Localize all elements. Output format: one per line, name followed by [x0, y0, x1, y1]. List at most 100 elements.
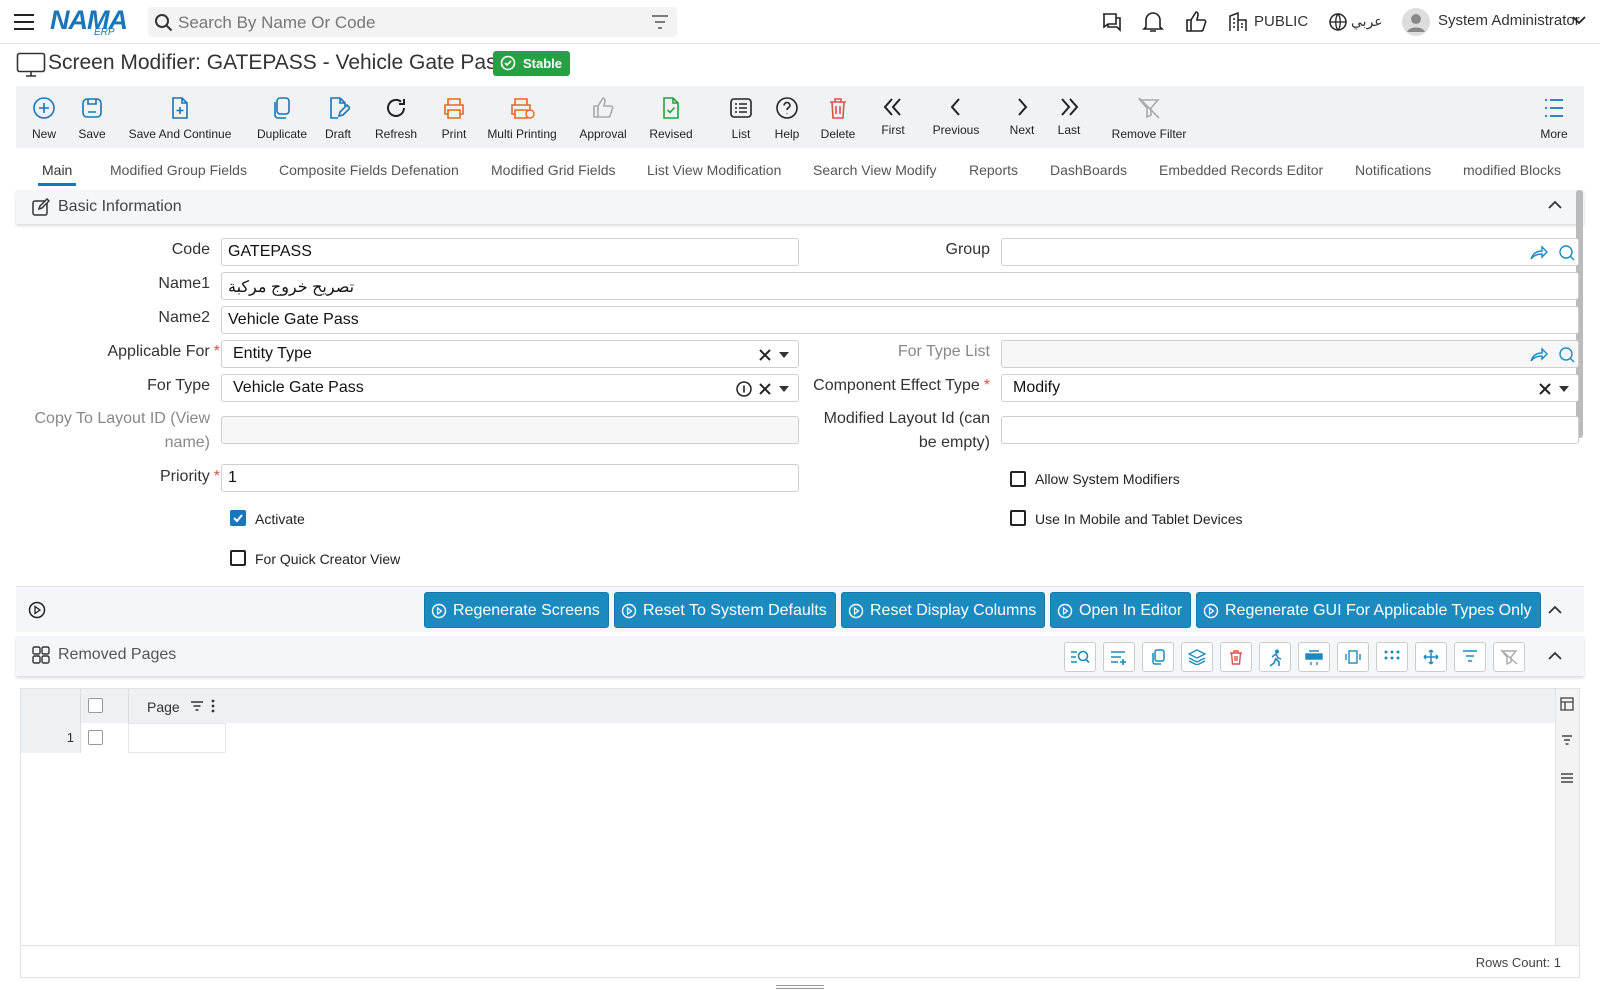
approval-button[interactable]: Approval [578, 86, 628, 148]
revised-button[interactable]: Revised [646, 86, 696, 148]
play-circle-icon[interactable] [28, 601, 46, 619]
name2-field[interactable]: Vehicle Gate Pass [221, 306, 1579, 334]
grid-search-button[interactable] [1064, 642, 1096, 672]
tab-modified-group-fields[interactable]: Modified Group Fields [110, 162, 247, 178]
grid-layers-button[interactable] [1181, 642, 1213, 672]
tab-main[interactable]: Main [42, 162, 72, 178]
regenerate-screens-button[interactable]: Regenerate Screens [424, 592, 609, 628]
select-all-checkbox[interactable] [88, 698, 103, 713]
multi-printing-button[interactable]: Multi Printing [486, 86, 558, 148]
tab-modified-blocks[interactable]: modified Blocks [1463, 162, 1561, 178]
menu-lines-icon[interactable] [1561, 773, 1573, 783]
more-button[interactable]: More [1538, 86, 1570, 148]
grid-insert-button[interactable] [1298, 642, 1330, 672]
save-and-continue-button[interactable]: Save And Continue [128, 86, 232, 148]
remove-filter-button[interactable]: Remove Filter [1094, 86, 1204, 148]
open-link-icon[interactable] [1530, 245, 1548, 261]
delete-button[interactable]: Delete [820, 86, 856, 148]
previous-button[interactable]: Previous [928, 86, 984, 148]
grid-add-row-button[interactable] [1103, 642, 1135, 672]
grid-delete-button[interactable] [1220, 642, 1252, 672]
language-switch[interactable]: عربي [1351, 13, 1383, 30]
component-effect-type-select[interactable]: Modify [1001, 374, 1579, 402]
regenerate-gui-button[interactable]: Regenerate GUI For Applicable Types Only [1196, 592, 1541, 628]
refresh-button[interactable]: Refresh [371, 86, 421, 148]
for-type-select[interactable]: Vehicle Gate Pass [221, 374, 799, 402]
resize-handle[interactable] [776, 985, 824, 989]
tab-notifications[interactable]: Notifications [1355, 162, 1431, 178]
info-icon[interactable] [736, 381, 752, 397]
reset-display-columns-button[interactable]: Reset Display Columns [841, 592, 1046, 628]
dropdown-caret-icon[interactable] [1558, 385, 1570, 393]
columns-icon[interactable] [1560, 697, 1574, 711]
new-button[interactable]: New [26, 86, 62, 148]
code-field[interactable]: GATEPASS [221, 238, 799, 266]
quick-creator-checkbox[interactable] [230, 550, 246, 566]
tab-dashboards[interactable]: DashBoards [1050, 162, 1127, 178]
last-button[interactable]: Last [1052, 86, 1086, 148]
help-button[interactable]: Help [772, 86, 802, 148]
draft-button[interactable]: Draft [320, 86, 356, 148]
name1-field[interactable]: تصريح خروج مركبة [221, 272, 1579, 300]
duplicate-button[interactable]: Duplicate [254, 86, 310, 148]
grid-move-button[interactable] [1415, 642, 1447, 672]
column-menu-icon[interactable] [211, 699, 215, 713]
priority-field[interactable]: 1 [221, 464, 799, 492]
chevron-up-icon[interactable] [1548, 651, 1562, 661]
lookup-search-icon[interactable] [1558, 245, 1576, 261]
tab-search-view-modify[interactable]: Search View Modify [813, 162, 936, 178]
tab-composite-fields[interactable]: Composite Fields Defenation [279, 162, 459, 178]
next-button[interactable]: Next [1004, 86, 1040, 148]
avatar[interactable] [1402, 8, 1430, 36]
page-cell[interactable] [128, 723, 226, 753]
clear-icon[interactable] [758, 382, 772, 396]
activate-checkbox[interactable] [230, 510, 246, 526]
column-filter-icon[interactable] [190, 700, 204, 712]
menu-icon[interactable] [12, 10, 36, 34]
clear-icon[interactable] [1538, 382, 1552, 396]
basic-information-header[interactable]: Basic Information [16, 190, 1584, 224]
filter-icon[interactable] [1561, 735, 1573, 745]
mobile-tablet-checkbox[interactable] [1010, 510, 1026, 526]
open-link-icon[interactable] [1530, 347, 1548, 363]
grid-dots-button[interactable] [1376, 642, 1408, 672]
branch-selector[interactable]: PUBLIC [1254, 13, 1308, 30]
tab-embedded-records-editor[interactable]: Embedded Records Editor [1159, 162, 1323, 178]
tab-list-view-modification[interactable]: List View Modification [647, 162, 781, 178]
page-column-header[interactable]: Page [147, 699, 180, 715]
copy-to-layout-field[interactable] [221, 416, 799, 444]
removed-pages-header[interactable]: Removed Pages [16, 636, 1584, 676]
chevron-down-icon[interactable] [1572, 16, 1586, 26]
chevron-up-icon[interactable] [1548, 605, 1562, 615]
grid-run-button[interactable] [1259, 642, 1291, 672]
search-box[interactable]: Search By Name Or Code [148, 7, 677, 37]
modified-layout-field[interactable] [1001, 416, 1579, 444]
grid-filter-button[interactable] [1454, 642, 1486, 672]
tab-modified-grid-fields[interactable]: Modified Grid Fields [491, 162, 616, 178]
for-type-list-field[interactable] [1001, 340, 1579, 368]
list-button[interactable]: List [726, 86, 756, 148]
search-input[interactable]: Search By Name Or Code [178, 13, 375, 33]
chat-icon[interactable] [1100, 10, 1124, 34]
group-field[interactable] [1001, 238, 1579, 266]
reset-system-defaults-button[interactable]: Reset To System Defaults [614, 592, 836, 628]
grid-copy-button[interactable] [1142, 642, 1174, 672]
clear-icon[interactable] [758, 348, 772, 362]
tab-reports[interactable]: Reports [969, 162, 1018, 178]
user-menu[interactable]: System Administrator [1438, 12, 1580, 29]
dropdown-caret-icon[interactable] [778, 385, 790, 393]
row-checkbox[interactable] [88, 730, 103, 745]
save-button[interactable]: Save [74, 86, 110, 148]
chevron-up-icon[interactable] [1548, 200, 1562, 210]
dropdown-caret-icon[interactable] [778, 351, 790, 359]
lookup-search-icon[interactable] [1558, 347, 1576, 363]
thumbs-up-icon[interactable] [1184, 10, 1208, 34]
bell-icon[interactable] [1142, 10, 1164, 34]
applicable-for-select[interactable]: Entity Type [221, 340, 799, 368]
app-logo[interactable]: NAMA ERP [50, 5, 132, 39]
grid-expand-button[interactable] [1337, 642, 1369, 672]
print-button[interactable]: Print [436, 86, 472, 148]
open-in-editor-button[interactable]: Open In Editor [1050, 592, 1192, 628]
allow-system-modifiers-checkbox[interactable] [1010, 471, 1026, 487]
first-button[interactable]: First [878, 86, 908, 148]
